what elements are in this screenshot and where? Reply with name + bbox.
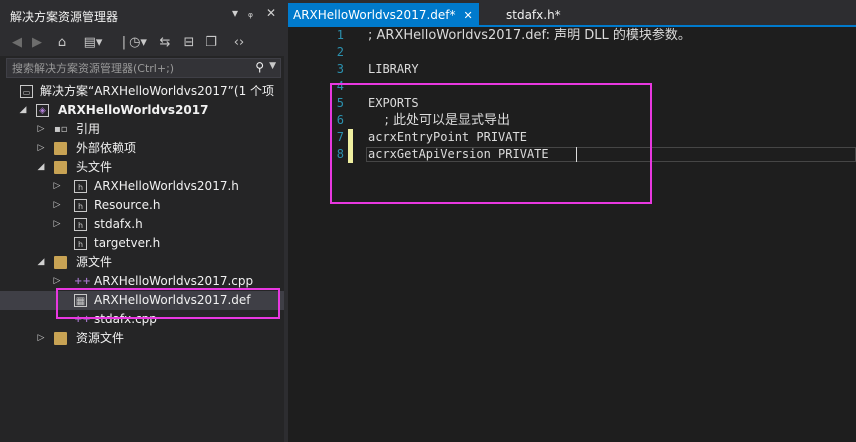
tab-def-file[interactable]: ARXHelloWorldvs2017.def* ✕ (288, 3, 479, 27)
tree-item-file[interactable]: ▷ h ARXHelloWorldvs2017.h (0, 177, 284, 196)
tab-label: ARXHelloWorldvs2017.def* (293, 8, 456, 22)
window-position-dropdown-icon[interactable]: ▾ (232, 6, 238, 20)
tree-item-label: 源文件 (76, 255, 113, 269)
tree-item-external-dependencies[interactable]: ▷ 外部依赖项 (0, 139, 284, 158)
header-file-icon: h (74, 199, 87, 212)
code-line: LIBRARY (368, 62, 419, 76)
project-icon: ◈ (36, 104, 49, 117)
tree-item-label: ARXHelloWorldvs2017 (58, 103, 209, 117)
header-file-icon: h (74, 180, 87, 193)
document-tab-strip: ARXHelloWorldvs2017.def* ✕ stdafx.h* (288, 0, 856, 27)
code-line: ; ARXHelloWorldvs2017.def: 声明 DLL 的模块参数。 (368, 28, 691, 43)
tree-item-label: 资源文件 (76, 331, 125, 345)
sync-with-active-document-icon[interactable]: ⇆ (156, 33, 174, 53)
folder-icon (54, 161, 67, 174)
view-code-icon[interactable]: ‹› (228, 33, 250, 53)
tab-stdafx-h[interactable]: stdafx.h* (500, 3, 567, 27)
close-pane-icon[interactable]: ✕ (266, 6, 276, 20)
tree-item-label: 解决方案“ARXHelloWorldvs2017”(1 个项 (40, 84, 275, 98)
collapse-arrow-icon[interactable]: ◢ (36, 253, 46, 272)
search-options-dropdown-icon[interactable]: ▼ (269, 61, 276, 71)
show-all-files-icon[interactable]: ❐ (202, 33, 220, 53)
tree-item-label: 引用 (76, 122, 101, 136)
folder-icon (54, 256, 67, 269)
collapse-arrow-icon[interactable]: ◢ (18, 101, 28, 120)
tree-item-file[interactable]: ▷ h Resource.h (0, 196, 284, 215)
tree-item-label: 外部依赖项 (76, 141, 137, 155)
collapse-arrow-icon[interactable]: ◢ (36, 158, 46, 177)
indicator-margin (288, 27, 306, 442)
solution-explorer-toolbar: ◀ ▶ ⌂ ▤▾ | ◷▾ ⇆ ⊟ ❐ ‹› (0, 30, 284, 56)
search-input[interactable] (7, 59, 252, 77)
tree-item-label: 头文件 (76, 160, 113, 174)
search-icon[interactable]: ⚲ (255, 60, 264, 74)
line-number: 2 (336, 45, 344, 59)
solution-explorer-pane: 解决方案资源管理器 ▾ ᵩ ✕ ◀ ▶ ⌂ ▤▾ | ◷▾ ⇆ ⊟ ❐ ‹› ⚲… (0, 0, 284, 442)
references-icon: ▪▫ (54, 124, 68, 135)
folder-icon (54, 142, 67, 155)
tree-item-label: Resource.h (94, 198, 161, 212)
tree-item-solution[interactable]: ▭ 解决方案“ARXHelloWorldvs2017”(1 个项 (0, 82, 284, 101)
line-number: 1 (336, 28, 344, 42)
tab-label: stdafx.h* (506, 8, 561, 22)
back-arrow-icon[interactable]: ◀ (8, 33, 26, 53)
line-number: 3 (336, 62, 344, 76)
tree-item-label: ARXHelloWorldvs2017.h (94, 179, 239, 193)
collapse-all-icon[interactable]: ⊟ (180, 33, 198, 53)
expand-arrow-icon[interactable]: ▷ (36, 329, 46, 348)
expand-arrow-icon[interactable]: ▷ (36, 120, 46, 139)
solution-explorer-search: ⚲ ▼ (6, 58, 281, 78)
code-editor[interactable]: 1 2 3 4 5 6 7 8 ; ARXHelloWorldvs2017.de… (288, 27, 856, 442)
cpp-file-icon: ++ (74, 276, 91, 287)
tree-item-file[interactable]: ▷ h stdafx.h (0, 215, 284, 234)
tree-item-header-files[interactable]: ◢ 头文件 (0, 158, 284, 177)
header-file-icon: h (74, 237, 87, 250)
tree-item-label: targetver.h (94, 236, 161, 250)
solution-icon: ▭ (20, 85, 33, 98)
expand-arrow-icon[interactable]: ▷ (52, 215, 62, 234)
expand-arrow-icon[interactable]: ▷ (52, 196, 62, 215)
tree-item-source-files[interactable]: ◢ 源文件 (0, 253, 284, 272)
tree-item-label: stdafx.h (94, 217, 143, 231)
switch-views-icon[interactable]: ▤▾ (78, 33, 108, 53)
annotation-highlight-box (56, 288, 280, 319)
forward-arrow-icon[interactable]: ▶ (28, 33, 46, 53)
pin-icon[interactable]: ᵩ (248, 6, 253, 20)
expand-arrow-icon[interactable]: ▷ (36, 139, 46, 158)
solution-explorer-title-bar: 解决方案资源管理器 ▾ ᵩ ✕ (0, 0, 284, 30)
tree-item-resource-files[interactable]: ▷ 资源文件 (0, 329, 284, 348)
folder-icon (54, 332, 67, 345)
tree-item-project[interactable]: ◢ ◈ ARXHelloWorldvs2017 (0, 101, 284, 120)
annotation-highlight-box (330, 83, 652, 204)
tree-item-file[interactable]: h targetver.h (0, 234, 284, 253)
solution-tree: ▭ 解决方案“ARXHelloWorldvs2017”(1 个项 ◢ ◈ ARX… (0, 82, 284, 362)
header-file-icon: h (74, 218, 87, 231)
pending-changes-filter-icon[interactable]: ◷▾ (124, 33, 152, 53)
tree-item-references[interactable]: ▷ ▪▫ 引用 (0, 120, 284, 139)
close-tab-icon[interactable]: ✕ (464, 9, 473, 22)
solution-explorer-title: 解决方案资源管理器 (10, 10, 119, 24)
home-icon[interactable]: ⌂ (52, 33, 72, 53)
expand-arrow-icon[interactable]: ▷ (52, 177, 62, 196)
